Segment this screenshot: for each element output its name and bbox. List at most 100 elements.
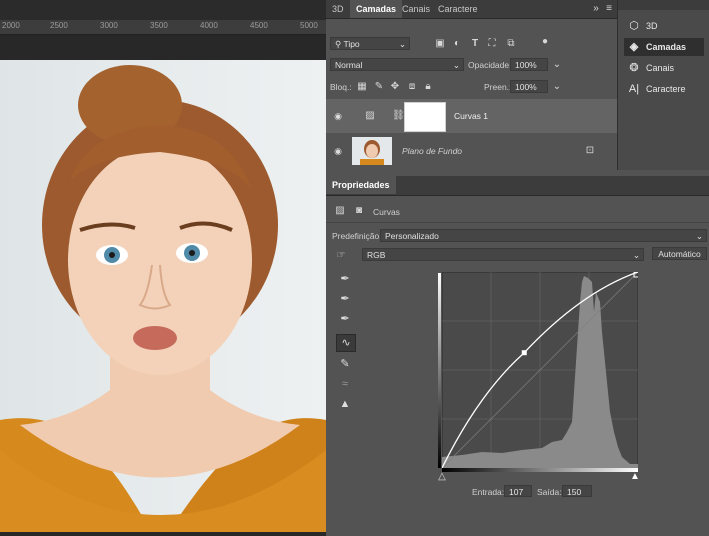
side-item-3d[interactable]: ⬡ 3D bbox=[624, 17, 704, 35]
side-item-caractere[interactable]: A| Caractere bbox=[624, 80, 704, 98]
shape-filter-icon[interactable]: ⛶ bbox=[486, 38, 498, 50]
lock-label: Bloq.: bbox=[330, 82, 352, 92]
dock-header bbox=[618, 0, 709, 10]
output-value-field[interactable]: 150 bbox=[562, 485, 592, 497]
filter-toggle-icon[interactable]: ● bbox=[539, 36, 551, 48]
chevron-down-icon: ⌄ bbox=[398, 39, 406, 49]
edit-points-curve-icon[interactable]: ∿ bbox=[336, 334, 356, 352]
layer-name[interactable]: Curvas 1 bbox=[454, 111, 488, 121]
ruler-tick: 5000 bbox=[300, 21, 318, 30]
layers-icon: ◈ bbox=[629, 41, 639, 53]
layer-filter-select[interactable]: ⚲ Tipo ⌄ bbox=[330, 37, 410, 50]
fill-value: 100% bbox=[515, 82, 537, 92]
white-point-slider-icon[interactable]: ▲ bbox=[629, 471, 641, 483]
chevron-down-icon: ⌄ bbox=[452, 60, 460, 70]
collapse-panels-icon[interactable]: » bbox=[590, 3, 602, 15]
adjustment-filter-icon[interactable]: ◐ bbox=[451, 38, 463, 50]
adjustment-type-label: Curvas bbox=[373, 207, 400, 217]
visibility-eye-icon[interactable]: ◉ bbox=[332, 111, 344, 121]
pencil-draw-icon[interactable]: ✎ bbox=[336, 356, 354, 372]
input-label: Entrada: bbox=[472, 487, 505, 497]
ruler-tick: 2500 bbox=[50, 21, 68, 30]
ruler-tick: 4000 bbox=[200, 21, 218, 30]
chevron-down-icon: ⌄ bbox=[695, 231, 703, 241]
opacity-value: 100% bbox=[515, 60, 537, 70]
curves-adjustment-icon: ▨ bbox=[335, 205, 345, 216]
channels-icon: ❂ bbox=[629, 62, 639, 74]
side-item-camadas[interactable]: ◈ Camadas bbox=[624, 38, 704, 56]
properties-panel: Propriedades ▨ ◙ Curvas Predefinição: Pe… bbox=[326, 176, 709, 536]
chevron-down-icon[interactable]: ⌄ bbox=[551, 59, 563, 71]
curve-control-point[interactable] bbox=[521, 350, 527, 356]
fill-input[interactable]: 100% bbox=[510, 80, 548, 93]
preset-value: Personalizado bbox=[385, 231, 439, 241]
lock-icon: ⊡ bbox=[585, 145, 595, 156]
layer-row-background[interactable]: ◉ Plano de Fundo ⊡ bbox=[326, 134, 617, 168]
channel-value: RGB bbox=[367, 250, 386, 260]
layer-mask-thumbnail[interactable] bbox=[404, 102, 446, 132]
mask-icon[interactable]: ◙ bbox=[353, 205, 365, 217]
layers-tabbar: 3D Camadas Canais Caractere » ≡ bbox=[326, 0, 617, 19]
chevron-down-icon[interactable]: ⌄ bbox=[551, 81, 563, 93]
lock-artboard-icon[interactable]: ⧈ bbox=[406, 81, 418, 93]
layer-thumbnail[interactable] bbox=[352, 137, 392, 165]
targeted-adjustment-hand-icon[interactable]: ☞ bbox=[335, 250, 347, 262]
tab-3d[interactable]: 3D bbox=[326, 0, 350, 18]
black-point-slider-icon[interactable]: △ bbox=[436, 471, 448, 483]
ruler-tick: 3500 bbox=[150, 21, 168, 30]
preset-select[interactable]: Personalizado ⌄ bbox=[380, 229, 707, 242]
side-item-label: Camadas bbox=[646, 42, 687, 52]
document-canvas-area[interactable]: 2000 2500 3000 3500 4000 4500 5000 bbox=[0, 0, 326, 536]
gray-point-eyedropper-icon[interactable]: ✒ bbox=[336, 291, 354, 307]
channel-select[interactable]: RGB ⌄ bbox=[362, 248, 644, 261]
lock-all-icon[interactable]: 🔒︎ bbox=[422, 81, 434, 93]
blend-mode-value: Normal bbox=[335, 60, 363, 70]
side-item-label: Canais bbox=[646, 63, 675, 73]
curves-adjustment-icon: ▨ bbox=[365, 110, 375, 121]
opacity-label: Opacidade: bbox=[468, 60, 512, 70]
lock-position-icon[interactable]: ✥ bbox=[389, 81, 401, 93]
preset-label: Predefinição: bbox=[332, 231, 382, 241]
document-title-strip bbox=[0, 0, 326, 20]
opacity-input[interactable]: 100% bbox=[510, 58, 548, 71]
properties-tabbar: Propriedades bbox=[326, 176, 709, 196]
curves-graph[interactable] bbox=[442, 272, 638, 468]
white-point-eyedropper-icon[interactable]: ✒ bbox=[336, 311, 354, 327]
portrait-photo bbox=[0, 60, 326, 532]
side-item-label: Caractere bbox=[646, 84, 686, 94]
auto-button[interactable]: Automático bbox=[652, 247, 707, 260]
output-value: 150 bbox=[567, 487, 582, 497]
tab-camadas[interactable]: Camadas bbox=[350, 0, 403, 18]
output-gradient-bar bbox=[438, 273, 441, 468]
lock-transparent-icon[interactable]: ▦ bbox=[356, 81, 368, 93]
lock-image-icon[interactable]: ✎ bbox=[373, 81, 385, 93]
smooth-curve-icon[interactable]: ≈ bbox=[336, 376, 354, 392]
chevron-down-icon: ⌄ bbox=[632, 250, 640, 260]
input-value: 107 bbox=[509, 487, 524, 497]
tab-caractere[interactable]: Caractere bbox=[432, 0, 484, 18]
type-filter-icon[interactable]: T bbox=[469, 38, 481, 50]
visibility-eye-icon[interactable]: ◉ bbox=[332, 146, 344, 156]
smart-object-filter-icon[interactable]: ⧉ bbox=[505, 38, 517, 50]
fill-label: Preen.: bbox=[484, 82, 512, 92]
link-chain-icon[interactable]: ⛓ bbox=[392, 110, 405, 122]
input-gradient-bar bbox=[442, 468, 638, 472]
side-item-canais[interactable]: ❂ Canais bbox=[624, 59, 704, 77]
ruler-tick: 4500 bbox=[250, 21, 268, 30]
blend-mode-select[interactable]: Normal ⌄ bbox=[330, 58, 464, 71]
ruler-tick: 2000 bbox=[2, 21, 20, 30]
pixel-filter-icon[interactable]: ▣ bbox=[434, 38, 446, 50]
auto-button-label: Automático bbox=[658, 249, 701, 259]
side-item-label: 3D bbox=[646, 21, 658, 31]
input-value-field[interactable]: 107 bbox=[504, 485, 532, 497]
panel-menu-icon[interactable]: ≡ bbox=[603, 3, 615, 15]
layer-row-curves[interactable]: ◉ ▨ ⛓ Curvas 1 bbox=[326, 99, 617, 133]
layer-name[interactable]: Plano de Fundo bbox=[402, 146, 462, 156]
side-panel-dock: ⬡ 3D ◈ Camadas ❂ Canais A| Caractere bbox=[617, 0, 709, 170]
horizontal-ruler: 2000 2500 3000 3500 4000 4500 5000 bbox=[0, 20, 326, 35]
output-label: Saída: bbox=[537, 487, 562, 497]
tab-canais[interactable]: Canais bbox=[396, 0, 436, 18]
tab-propriedades[interactable]: Propriedades bbox=[326, 176, 396, 194]
black-point-eyedropper-icon[interactable]: ✒ bbox=[336, 271, 354, 287]
clipping-warning-icon[interactable]: ▲ bbox=[336, 396, 354, 412]
